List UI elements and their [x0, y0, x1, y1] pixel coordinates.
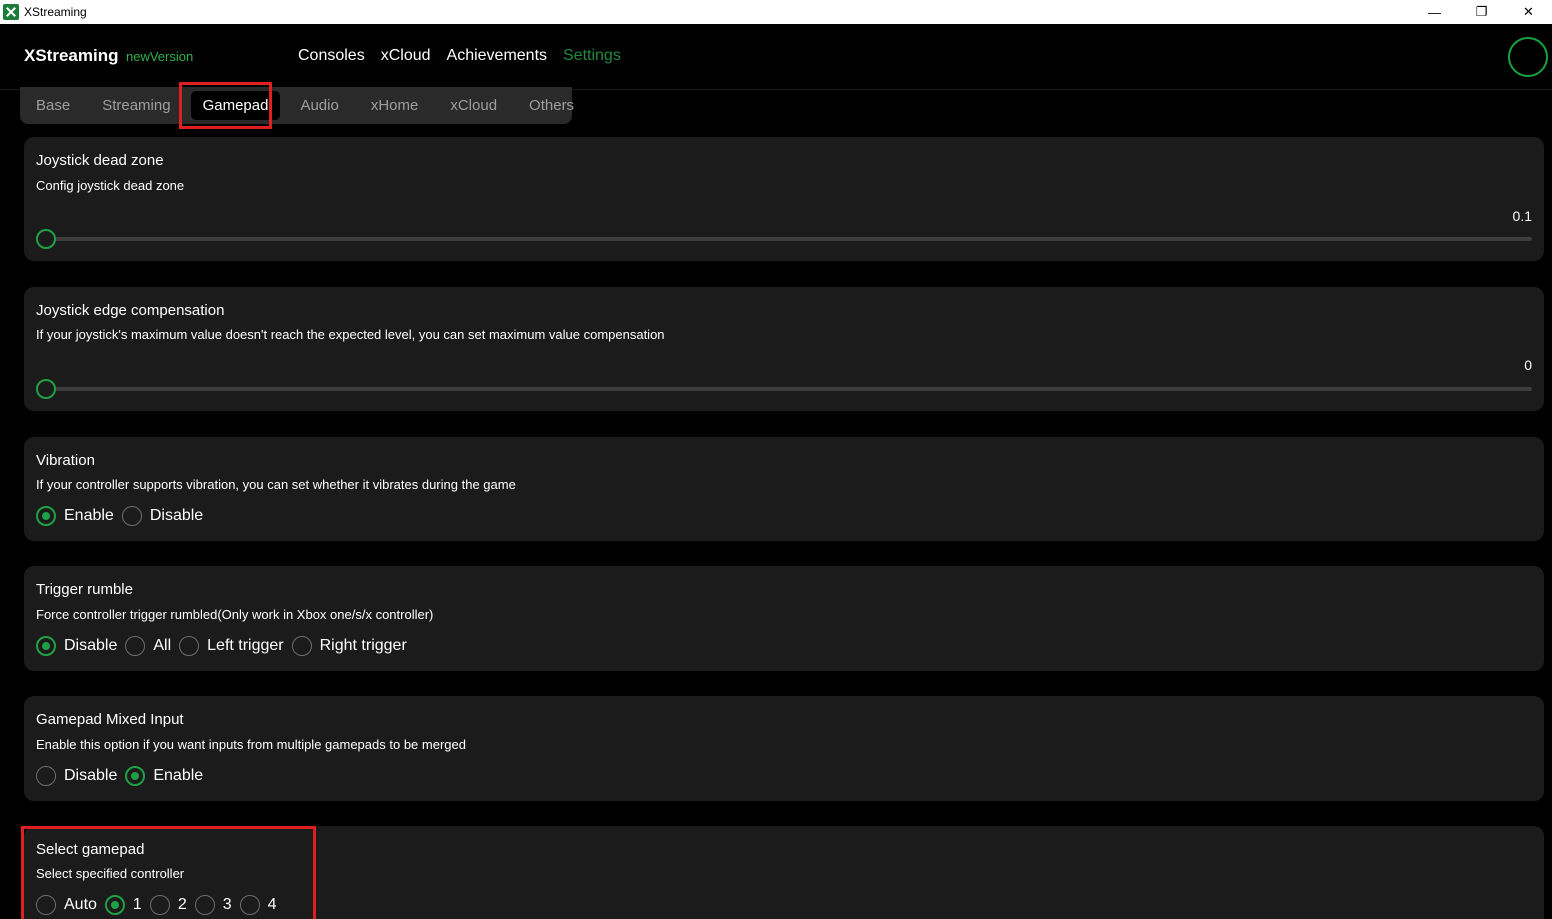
mixed-input-card: Gamepad Mixed Input Enable this option i… — [24, 696, 1544, 801]
nav-xcloud[interactable]: xCloud — [381, 47, 431, 65]
radio-icon — [36, 636, 56, 656]
brand-name: XStreaming — [24, 46, 119, 65]
title-bar: XStreaming — ❐ ✕ — [0, 0, 1552, 24]
vibration-description: If your controller supports vibration, y… — [36, 477, 516, 492]
vibration-card: Vibration If your controller supports vi… — [24, 437, 1544, 541]
tab-audio[interactable]: Audio — [288, 91, 350, 120]
radio-label: Disable — [64, 767, 118, 784]
tab-others[interactable]: Others — [517, 91, 586, 120]
app-header: XStreaming newVersion Consoles xCloud Ac… — [0, 24, 1552, 90]
radio-icon — [125, 766, 146, 786]
radio-label: Left trigger — [207, 637, 284, 654]
trigger-rumble-option-disable[interactable]: Disable — [36, 636, 117, 656]
new-version-link[interactable]: newVersion — [126, 49, 193, 64]
vibration-title: Vibration — [36, 452, 95, 469]
tab-xhome[interactable]: xHome — [359, 91, 431, 120]
tab-streaming[interactable]: Streaming — [90, 91, 182, 120]
edge-compensation-slider-thumb[interactable] — [36, 379, 56, 399]
trigger-rumble-option-all[interactable]: All — [125, 636, 171, 656]
dead-zone-card: Joystick dead zone Config joystick dead … — [24, 137, 1544, 261]
radio-label: Disable — [149, 507, 204, 524]
edge-compensation-title: Joystick edge compensation — [36, 302, 225, 319]
dead-zone-title: Joystick dead zone — [36, 152, 164, 169]
trigger-rumble-option-right[interactable]: Right trigger — [291, 636, 407, 656]
dead-zone-slider-thumb[interactable] — [36, 229, 56, 249]
radio-icon — [121, 506, 142, 526]
user-avatar[interactable] — [1508, 37, 1548, 77]
mixed-input-option-disable[interactable]: Disable — [36, 766, 117, 786]
radio-icon — [291, 636, 312, 656]
radio-icon — [36, 766, 56, 786]
dead-zone-description: Config joystick dead zone — [36, 178, 185, 193]
mixed-input-radio-group: Disable Enable — [36, 766, 211, 786]
mixed-input-description: Enable this option if you want inputs fr… — [36, 737, 466, 752]
highlight-box-gamepad-tab — [179, 82, 272, 129]
radio-icon — [36, 506, 56, 526]
window-controls: — ❐ ✕ — [1411, 0, 1552, 24]
app-logo-icon — [3, 4, 19, 20]
window-title: XStreaming — [24, 5, 87, 19]
close-button[interactable]: ✕ — [1505, 0, 1552, 24]
vibration-radio-group: Enable Disable — [36, 506, 211, 526]
vibration-option-enable[interactable]: Enable — [36, 506, 114, 526]
radio-label: Enable — [153, 767, 204, 784]
minimize-button[interactable]: — — [1411, 0, 1458, 24]
nav-consoles[interactable]: Consoles — [298, 47, 365, 65]
restore-button[interactable]: ❐ — [1458, 0, 1505, 24]
tab-xcloud[interactable]: xCloud — [438, 91, 509, 120]
edge-compensation-slider[interactable] — [36, 379, 1532, 399]
radio-label: Right trigger — [319, 637, 407, 654]
settings-tabs: Base Streaming Gamepad Audio xHome xClou… — [20, 87, 574, 124]
nav-achievements[interactable]: Achievements — [447, 47, 548, 65]
edge-compensation-card: Joystick edge compensation If your joyst… — [24, 287, 1544, 411]
radio-label: Enable — [64, 507, 114, 524]
main-nav: Consoles xCloud Achievements Settings — [298, 47, 637, 65]
trigger-rumble-option-left[interactable]: Left trigger — [179, 636, 284, 656]
highlight-box-select-gamepad — [21, 826, 316, 919]
radio-label: All — [153, 637, 172, 654]
trigger-rumble-card: Trigger rumble Force controller trigger … — [24, 566, 1544, 671]
radio-icon — [125, 636, 146, 656]
edge-compensation-description: If your joystick's maximum value doesn't… — [36, 327, 665, 342]
nav-settings[interactable]: Settings — [563, 47, 621, 65]
radio-label: Disable — [64, 637, 118, 654]
edge-compensation-value: 0 — [1524, 357, 1532, 373]
dead-zone-slider[interactable] — [36, 229, 1532, 249]
mixed-input-title: Gamepad Mixed Input — [36, 711, 184, 728]
trigger-rumble-title: Trigger rumble — [36, 581, 133, 598]
dead-zone-value: 0.1 — [1512, 208, 1532, 224]
mixed-input-option-enable[interactable]: Enable — [125, 766, 203, 786]
radio-icon — [179, 636, 200, 656]
vibration-option-disable[interactable]: Disable — [121, 506, 204, 526]
trigger-rumble-description: Force controller trigger rumbled(Only wo… — [36, 607, 434, 622]
trigger-rumble-radio-group: Disable All Left trigger Right trigger — [36, 636, 415, 656]
tab-base[interactable]: Base — [24, 91, 82, 120]
